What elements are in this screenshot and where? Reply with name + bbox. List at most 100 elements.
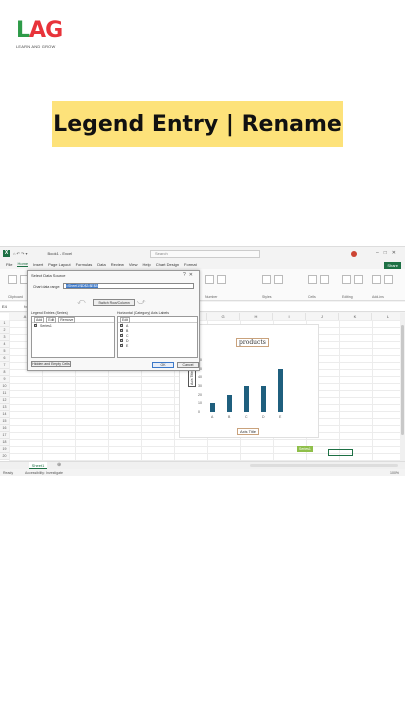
ribbon-button[interactable] — [205, 275, 214, 284]
logo-letter-a: A — [29, 18, 46, 43]
menu-insert[interactable]: Insert — [33, 262, 43, 267]
y-axis-title[interactable]: Axis Title — [188, 369, 196, 388]
row-header-15[interactable]: 15 — [0, 418, 9, 425]
share-button[interactable]: Share — [384, 262, 401, 269]
chart-title[interactable]: products — [236, 338, 269, 347]
chart-bar-b[interactable] — [227, 394, 232, 412]
column-chart[interactable]: products Axis Title Axis Title ABCDE6050… — [179, 324, 319, 438]
x-axis-title[interactable]: Axis Title — [237, 428, 260, 435]
row-header-5[interactable]: 5 — [0, 348, 9, 355]
series-item[interactable]: Series1 — [32, 322, 114, 328]
row-header-20[interactable]: 20 — [0, 453, 9, 460]
accessibility-status[interactable]: Accessibility: Investigate — [25, 471, 63, 475]
horizontal-scrollbar[interactable] — [250, 464, 398, 467]
chart-bar-d[interactable] — [261, 386, 266, 412]
banner-title: Legend Entry | Rename — [53, 111, 342, 137]
row-header-18[interactable]: 18 — [0, 439, 9, 446]
status-ready: Ready — [3, 471, 14, 475]
vertical-scrollbar[interactable] — [400, 313, 405, 461]
row-header-3[interactable]: 3 — [0, 334, 9, 341]
axis-panel-title: Horizontal (Category) Axis Labels — [117, 311, 169, 315]
zoom-level[interactable]: 100% — [390, 471, 399, 475]
user-avatar[interactable] — [351, 251, 357, 257]
window-controls[interactable]: –□✕ — [376, 250, 401, 256]
row-header-13[interactable]: 13 — [0, 404, 9, 411]
quick-access-toolbar[interactable]: ⌂ ↶ ↷ ▾ — [13, 251, 27, 256]
menu-format[interactable]: Format — [184, 262, 197, 267]
row-header-10[interactable]: 10 — [0, 383, 9, 390]
column-header-j[interactable]: J — [306, 313, 339, 320]
row-header-12[interactable]: 12 — [0, 397, 9, 404]
x-tick-label: B — [228, 415, 231, 419]
checkbox[interactable] — [120, 342, 123, 347]
chart-range-value[interactable]: =Sheet1!$D$3:$E$8 — [66, 284, 98, 288]
ribbon-button[interactable] — [384, 275, 393, 284]
remove-button[interactable]: Remove — [58, 316, 76, 323]
row-header-7[interactable]: 7 — [0, 362, 9, 369]
column-header-k[interactable]: K — [339, 313, 372, 320]
ribbon-button[interactable] — [217, 275, 226, 284]
row-header-14[interactable]: 14 — [0, 411, 9, 418]
ribbon-button[interactable] — [354, 275, 363, 284]
chart-range-label: Chart data range: — [33, 285, 61, 289]
menu-home[interactable]: Home — [17, 261, 29, 267]
menu-help[interactable]: Help — [142, 262, 150, 267]
row-header-19[interactable]: 19 — [0, 446, 9, 453]
column-header-h[interactable]: H — [240, 313, 273, 320]
ribbon-button[interactable] — [342, 275, 351, 284]
chart-bar-e[interactable] — [278, 368, 283, 412]
selected-cell[interactable] — [328, 449, 353, 456]
row-header-2[interactable]: 2 — [0, 327, 9, 334]
ribbon-button[interactable] — [320, 275, 329, 284]
legend-entry[interactable]: Series1 — [297, 446, 313, 452]
ribbon-group-styles: Styles — [262, 295, 272, 299]
add-sheet-icon[interactable]: ⊕ — [57, 462, 61, 468]
ok-button[interactable]: OK — [152, 362, 174, 368]
row-header-4[interactable]: 4 — [0, 341, 9, 348]
y-tick-label: 30 — [198, 384, 202, 388]
menu-formulas[interactable]: Formulas — [76, 262, 93, 267]
sheet-tab[interactable]: Sheet1 — [29, 462, 47, 469]
vertical-scroll-thumb[interactable] — [401, 325, 404, 435]
checkbox[interactable] — [34, 322, 37, 327]
name-box[interactable]: E4 — [2, 304, 7, 309]
axis-label-text: D — [126, 338, 129, 343]
chart-range-input[interactable]: =Sheet1!$D$3:$E$8 — [63, 283, 194, 289]
axis-label-item[interactable]: E — [118, 342, 197, 348]
edit-button[interactable]: Edit — [46, 316, 57, 323]
menu-view[interactable]: View — [129, 262, 138, 267]
dialog-controls[interactable]: ?✕ — [183, 272, 196, 278]
column-header-g[interactable]: G — [207, 313, 240, 320]
row-header-6[interactable]: 6 — [0, 355, 9, 362]
ribbon-button[interactable] — [262, 275, 271, 284]
menu-file[interactable]: File — [6, 262, 12, 267]
row-header-1[interactable]: 1 — [0, 320, 9, 327]
row-header-17[interactable]: 17 — [0, 432, 9, 439]
search-input[interactable]: Search — [150, 250, 260, 258]
column-header-i[interactable]: I — [273, 313, 306, 320]
row-header-8[interactable]: 8 — [0, 369, 9, 376]
chart-bar-a[interactable] — [210, 403, 215, 412]
menu-data[interactable]: Data — [97, 262, 105, 267]
ribbon-group-clipboard: Clipboard — [8, 295, 23, 299]
menu-review[interactable]: Review — [111, 262, 124, 267]
menu-page-layout[interactable]: Page Layout — [48, 262, 70, 267]
row-header-16[interactable]: 16 — [0, 425, 9, 432]
row-header-11[interactable]: 11 — [0, 390, 9, 397]
ribbon-group-add-ins: Add-ins — [372, 295, 384, 299]
title-bar: X ⌂ ↶ ↷ ▾ Book1 - Excel Search –□✕ — [0, 247, 405, 260]
ribbon-button[interactable] — [274, 275, 283, 284]
rotate-left-icon: ⤺ — [77, 297, 86, 306]
ribbon-button[interactable] — [308, 275, 317, 284]
sheet-bar: Sheet1 ⊕ — [0, 461, 405, 469]
hidden-empty-cells-button[interactable]: Hidden and Empty Cells — [31, 361, 71, 367]
ribbon-button[interactable] — [372, 275, 381, 284]
switch-row-column-button[interactable]: Switch Row/Column — [93, 299, 135, 306]
y-tick-label: 0 — [198, 410, 200, 414]
chart-bar-c[interactable] — [244, 386, 249, 412]
menu-chart-design[interactable]: Chart Design — [156, 262, 179, 267]
cancel-button[interactable]: Cancel — [177, 362, 199, 368]
axis-label-text: A — [126, 323, 129, 328]
row-header-9[interactable]: 9 — [0, 376, 9, 383]
ribbon-button[interactable] — [8, 275, 17, 284]
